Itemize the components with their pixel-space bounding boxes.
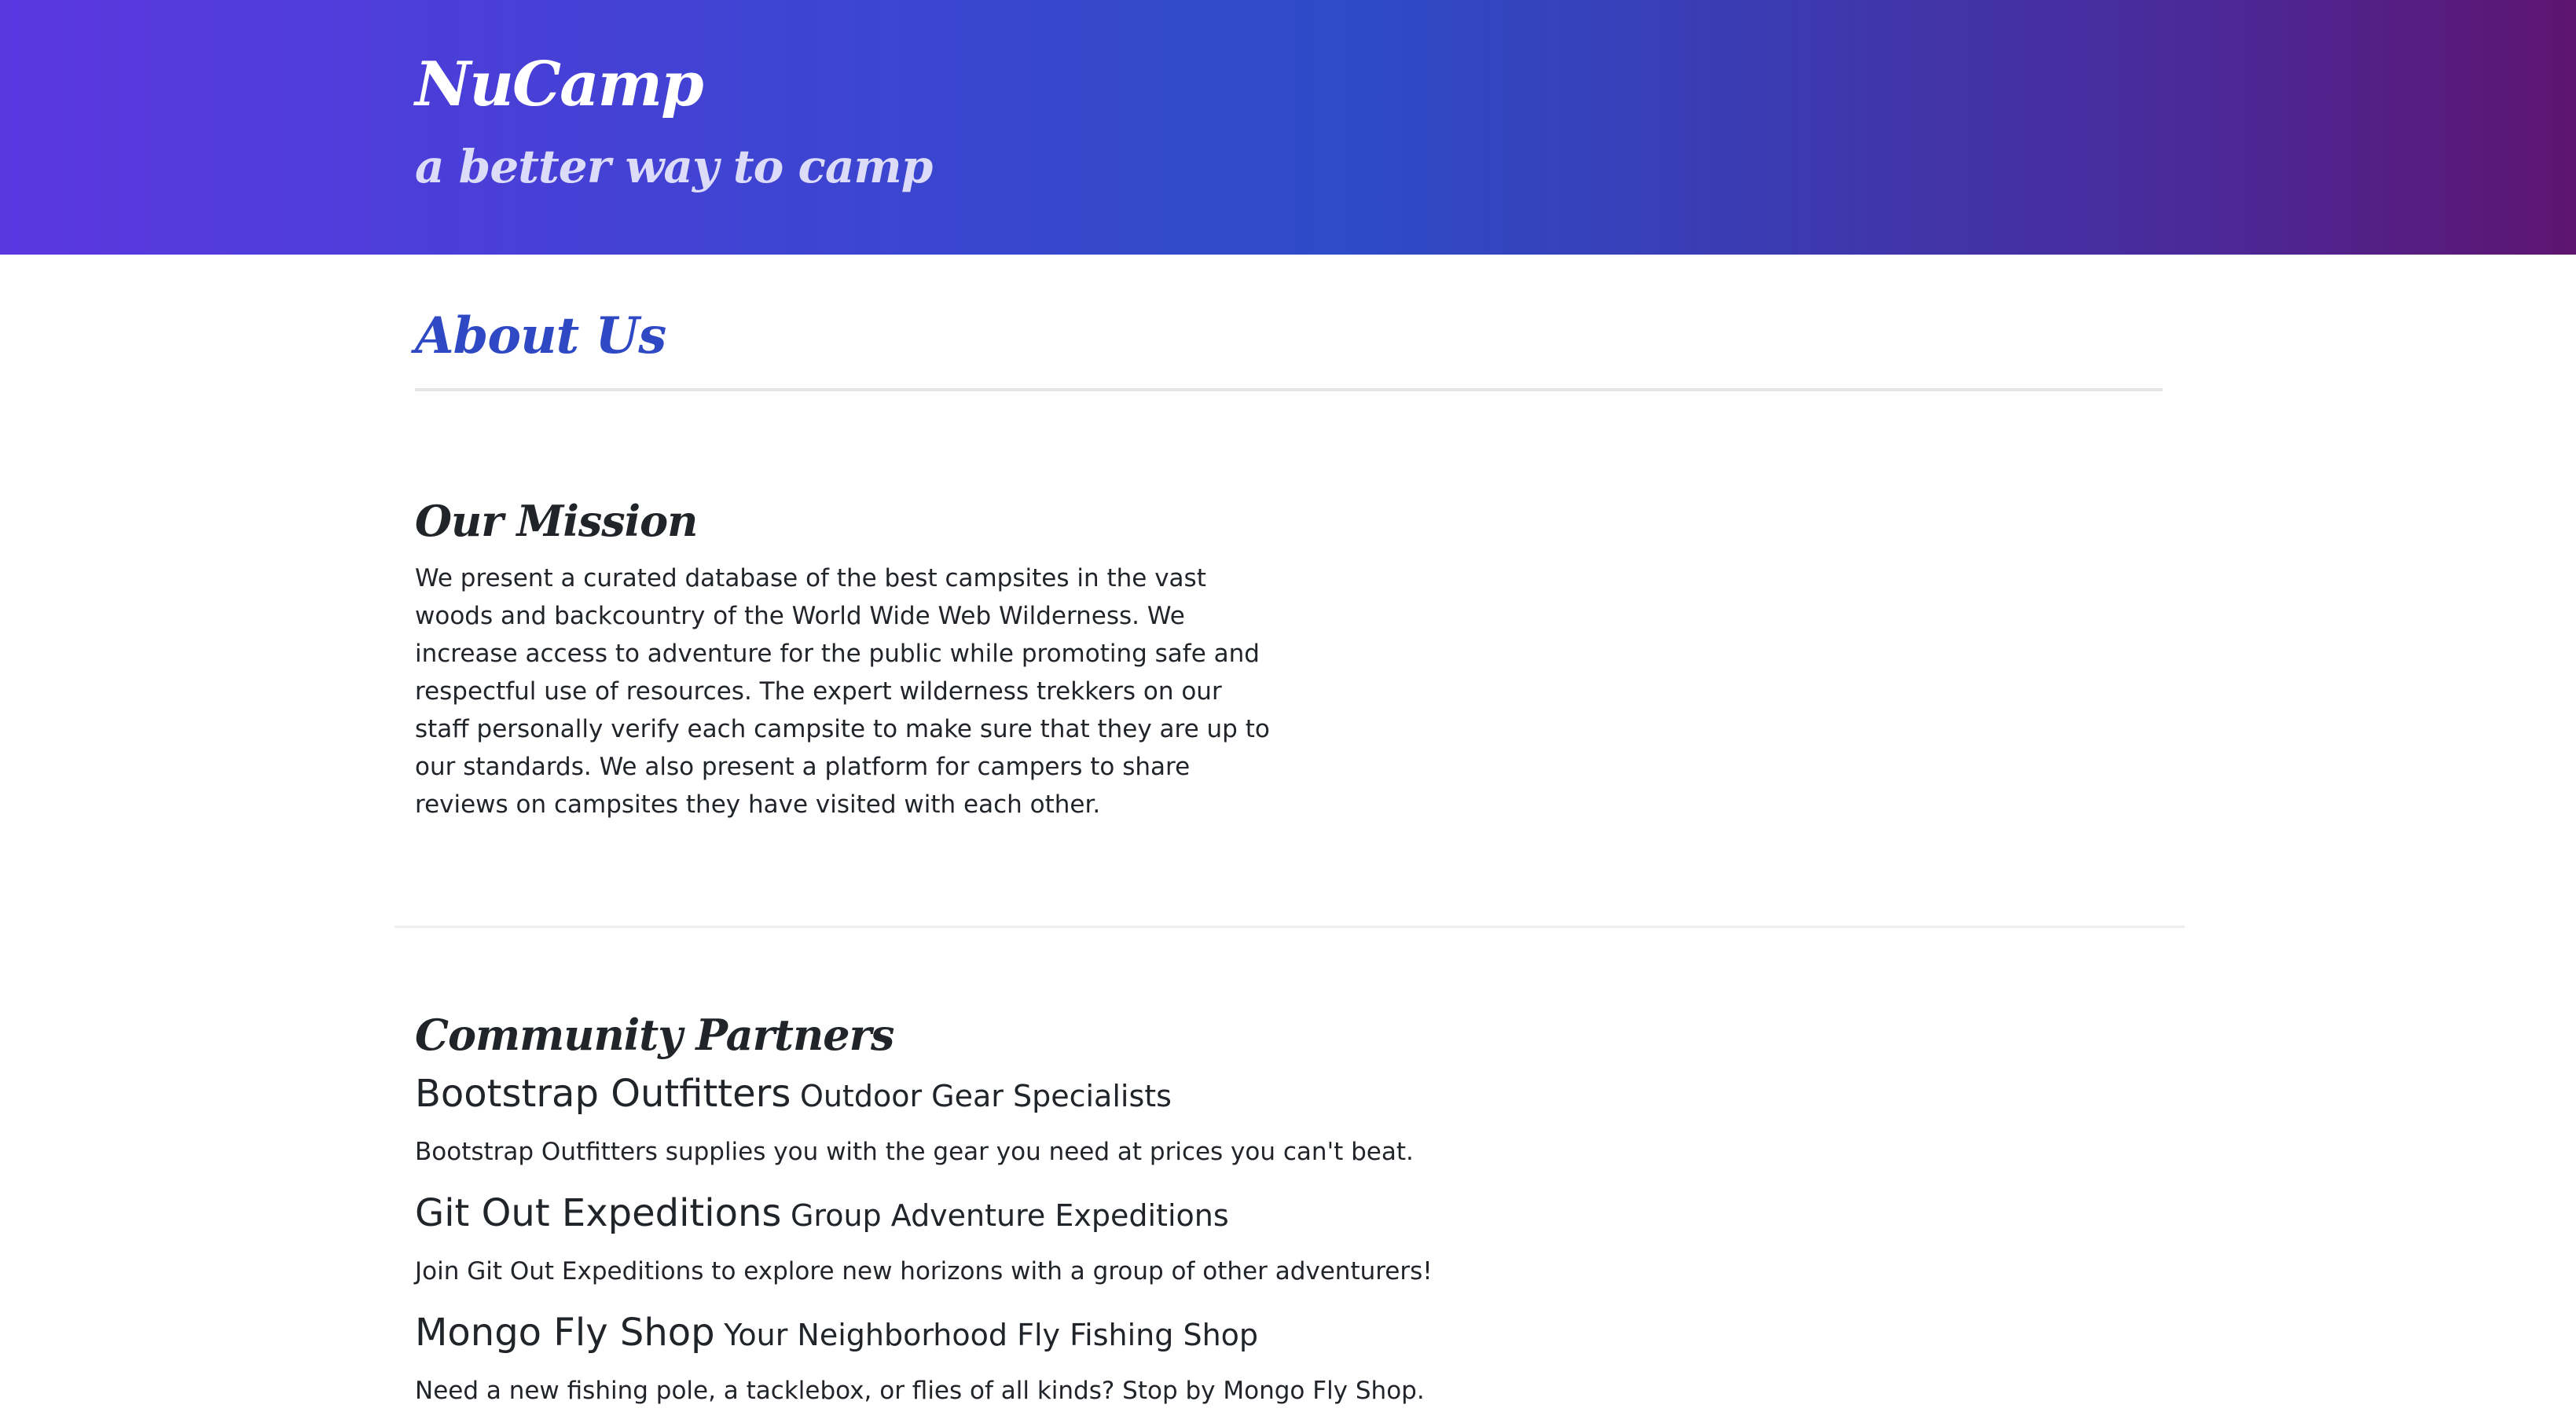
partner-item: Mongo Fly Shop Your Neighborhood Fly Fis… [415, 1307, 2222, 1412]
partner-title: Bootstrap Outfitters Outdoor Gear Specia… [415, 1069, 2222, 1128]
partner-subtitle: Your Neighborhood Fly Fishing Shop [724, 1318, 1259, 1352]
mission-text: We present a curated database of the bes… [415, 564, 1270, 819]
partner-name: Bootstrap Outfitters [415, 1072, 791, 1116]
partner-item: Git Out Expeditions Group Adventure Expe… [415, 1188, 2222, 1293]
partner-description: Need a new fishing pole, a tacklebox, or… [415, 1377, 1425, 1405]
partner-title: Git Out Expeditions Group Adventure Expe… [415, 1188, 2222, 1247]
partners-heading: Community Partners [415, 1010, 894, 1060]
partner-item: Bootstrap Outfitters Outdoor Gear Specia… [415, 1069, 2222, 1173]
mission-heading: Our Mission [415, 496, 698, 546]
brand-title: NuCamp [415, 49, 704, 120]
partner-description: Join Git Out Expeditions to explore new … [415, 1257, 1433, 1285]
title-divider [415, 388, 2163, 391]
partner-name: Mongo Fly Shop [415, 1311, 715, 1355]
partner-name: Git Out Expeditions [415, 1191, 782, 1235]
partner-description: Bootstrap Outfitters supplies you with t… [415, 1138, 1414, 1166]
partner-subtitle: Outdoor Gear Specialists [799, 1079, 1172, 1113]
page-title: About Us [415, 306, 666, 365]
partner-subtitle: Group Adventure Expeditions [790, 1198, 1229, 1233]
partner-title: Mongo Fly Shop Your Neighborhood Fly Fis… [415, 1307, 2222, 1366]
brand-tagline: a better way to camp [415, 140, 933, 193]
section-divider [394, 926, 2185, 928]
site-header: NuCamp a better way to camp [0, 0, 2576, 255]
